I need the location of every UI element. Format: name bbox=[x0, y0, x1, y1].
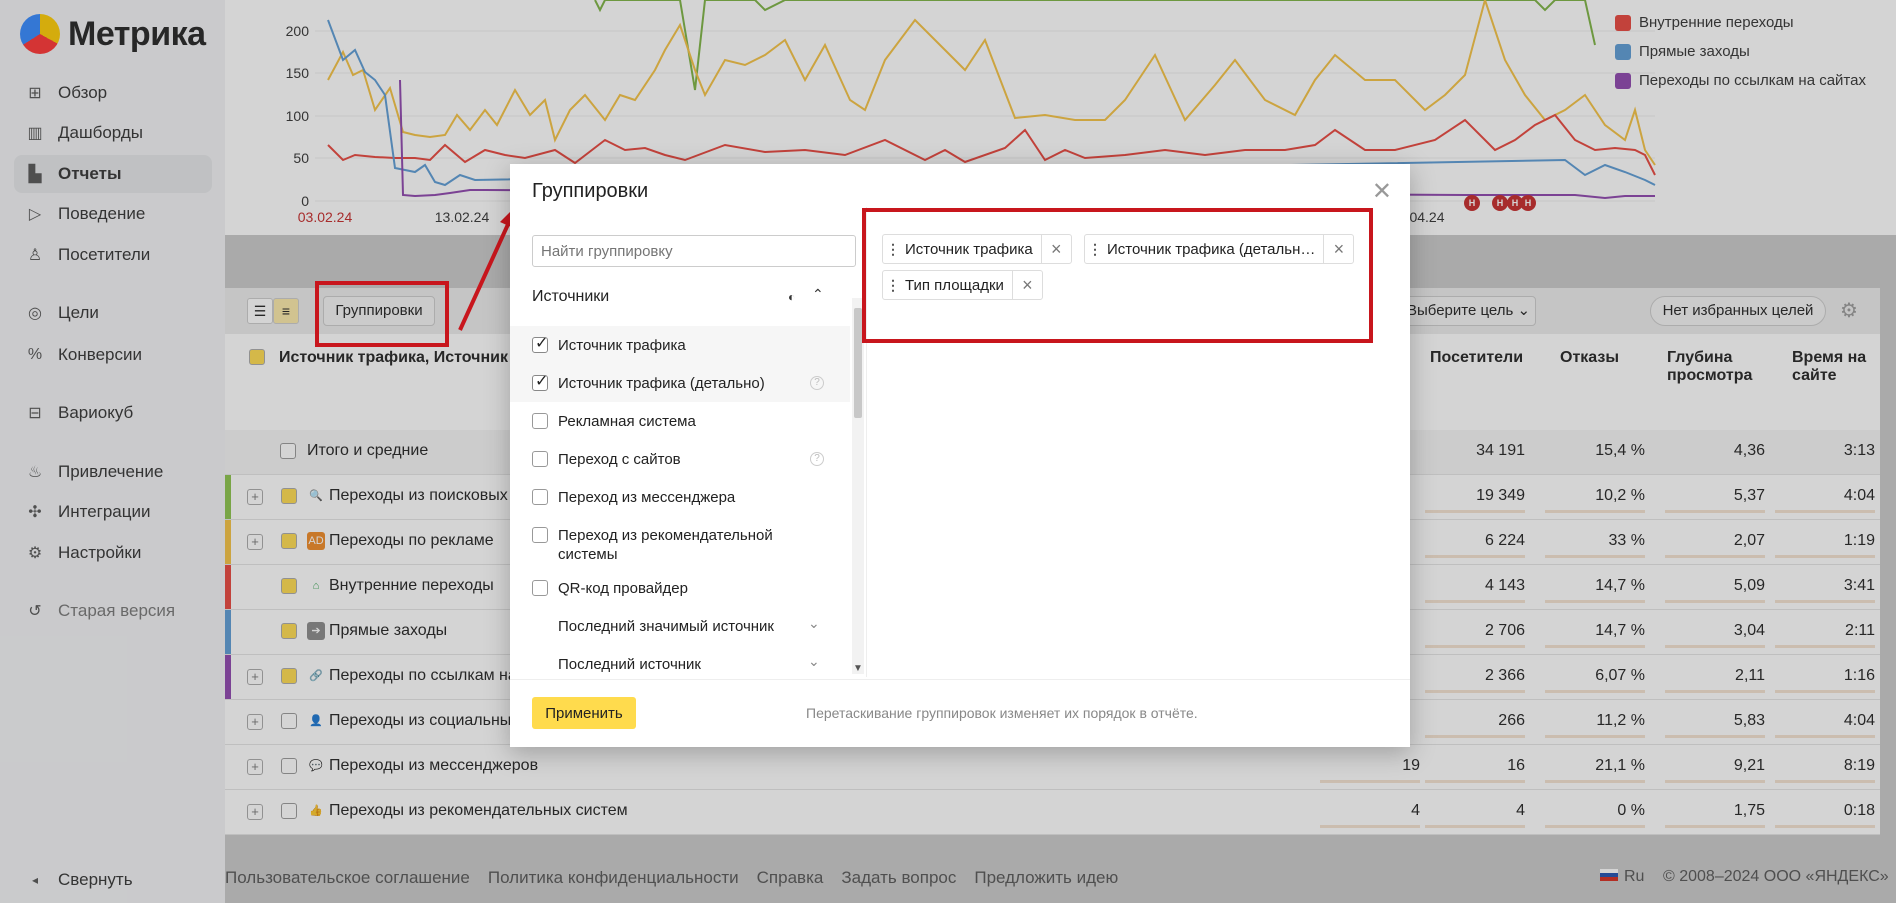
help-icon[interactable]: ? bbox=[810, 452, 824, 466]
grouping-option[interactable]: Переход с сайтов? bbox=[510, 440, 850, 478]
chevron-down-icon[interactable]: ⌄ bbox=[808, 653, 820, 670]
option-checkbox[interactable] bbox=[532, 527, 548, 543]
scroll-down-icon[interactable]: ▼ bbox=[853, 663, 863, 674]
option-checkbox[interactable]: ✓ bbox=[532, 335, 549, 353]
grouping-option[interactable]: ✓ Источник трафика (детально)? bbox=[510, 364, 850, 402]
option-label: QR-код провайдер bbox=[558, 580, 688, 597]
option-checkbox[interactable] bbox=[532, 413, 548, 429]
apply-button[interactable]: Применить bbox=[532, 697, 636, 729]
grouping-group[interactable]: Последний источник ⌄ bbox=[510, 645, 850, 676]
check-icon: ✓ bbox=[535, 335, 549, 352]
highlight-selected-groupings bbox=[862, 208, 1373, 343]
grouping-group[interactable]: Последний значимый источник ⌄ bbox=[510, 607, 850, 645]
scrollbar-thumb[interactable] bbox=[854, 308, 862, 418]
grouping-search-input[interactable] bbox=[532, 235, 856, 267]
option-label: Переход с сайтов bbox=[558, 451, 681, 468]
dialog-title: Группировки bbox=[532, 180, 649, 202]
section-sources[interactable]: Источники bbox=[532, 288, 782, 306]
highlight-groupings-button bbox=[315, 281, 449, 347]
option-label: Источник трафика bbox=[558, 337, 686, 354]
chevron-down-icon[interactable]: ⌄ bbox=[808, 615, 820, 632]
option-label: Переход из мессенджера bbox=[558, 489, 736, 506]
option-label: Рекламная система bbox=[558, 413, 696, 430]
grouping-option[interactable]: QR-код провайдер bbox=[510, 569, 850, 607]
grouping-option[interactable]: Переход из мессенджера bbox=[510, 478, 850, 516]
options-scrollbar[interactable]: ▼ bbox=[852, 298, 864, 674]
help-icon[interactable]: ? bbox=[810, 376, 824, 390]
check-icon: ✓ bbox=[535, 373, 549, 390]
footer-note: Перетаскивание группировок изменяет их п… bbox=[806, 705, 1198, 721]
option-label: Переход из рекомендательной системы bbox=[558, 527, 773, 563]
grouping-options-list: ✓ Источник трафика ✓ Источник трафика (дета… bbox=[510, 326, 850, 676]
toggle-icon[interactable]: ◐ bbox=[788, 290, 795, 304]
option-checkbox[interactable] bbox=[532, 489, 548, 505]
option-label: Последний источник bbox=[558, 656, 701, 673]
grouping-option[interactable]: ✓ Источник трафика bbox=[510, 326, 850, 364]
option-checkbox[interactable] bbox=[532, 580, 548, 596]
option-label: Источник трафика (детально) bbox=[558, 375, 765, 392]
chevron-up-icon[interactable]: ⌃ bbox=[812, 286, 824, 303]
option-checkbox[interactable] bbox=[532, 451, 548, 467]
dialog-footer: Применить Перетаскивание группировок изм… bbox=[510, 679, 1410, 747]
option-checkbox[interactable]: ✓ bbox=[532, 373, 549, 391]
close-icon[interactable]: ✕ bbox=[1372, 180, 1392, 204]
grouping-option[interactable]: Переход из рекомендательной системы bbox=[510, 516, 850, 569]
grouping-option[interactable]: Рекламная система bbox=[510, 402, 850, 440]
option-label: Последний значимый источник bbox=[558, 618, 774, 635]
